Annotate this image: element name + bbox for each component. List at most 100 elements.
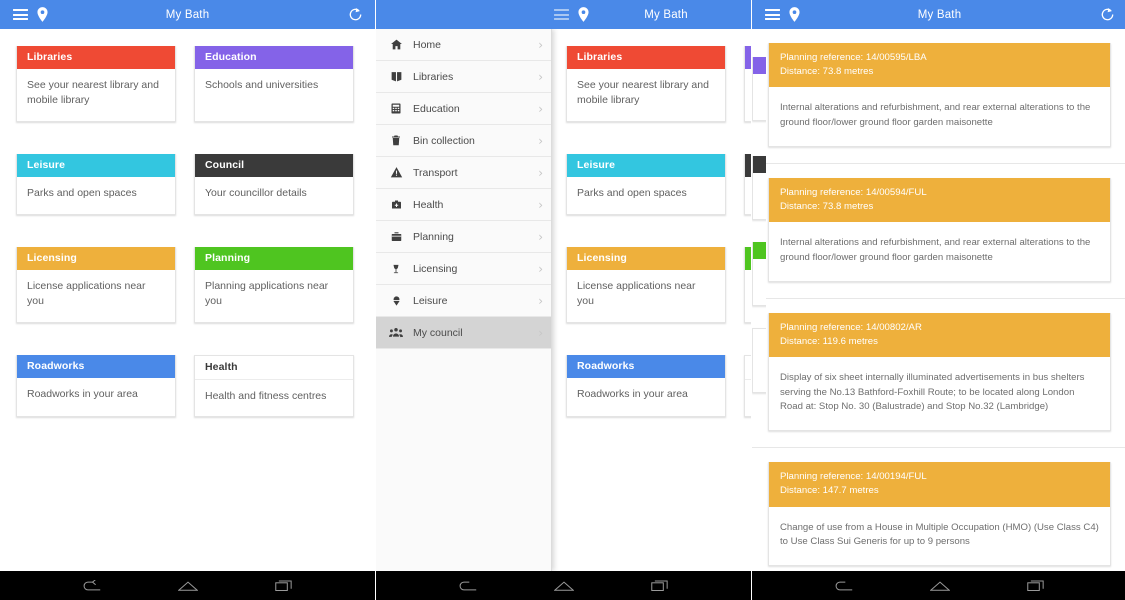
drawer-item-libraries[interactable]: Libraries › bbox=[376, 61, 551, 93]
hamburger-menu-icon[interactable] bbox=[9, 4, 31, 26]
hamburger-menu-icon[interactable] bbox=[550, 4, 572, 26]
planning-list-scroll[interactable]: Planning reference: 14/00595/LBA Distance… bbox=[752, 29, 1125, 571]
service-card[interactable]: Planning Planning applications near you bbox=[194, 246, 354, 323]
service-card-title: Libraries bbox=[17, 46, 175, 69]
service-card[interactable]: Council Your councillor details bbox=[194, 153, 354, 215]
phone-screen-planning-list: My Bath Planning reference: 14/00595/LBA… bbox=[751, 0, 1125, 600]
planning-reference: Planning reference: 14/00595/LBA bbox=[780, 52, 927, 63]
chevron-right-icon: › bbox=[538, 101, 543, 116]
service-card-description: Planning applications near you bbox=[205, 279, 329, 307]
chevron-right-icon: › bbox=[538, 229, 543, 244]
location-pin-icon[interactable] bbox=[783, 4, 805, 26]
service-card-description: Your councillor details bbox=[205, 186, 307, 199]
planning-list-item[interactable]: Planning reference: 14/00802/AR Distance:… bbox=[752, 299, 1125, 449]
drawer-item-label: Transport bbox=[413, 166, 458, 179]
service-card[interactable]: Leisure Parks and open spaces bbox=[16, 153, 176, 215]
recents-icon[interactable] bbox=[1023, 577, 1051, 595]
toolbar: My Bath bbox=[376, 0, 751, 29]
drawer-item-label: My council bbox=[413, 326, 463, 339]
planning-card-header: Planning reference: 14/00594/FUL Distance… bbox=[769, 178, 1110, 223]
back-icon[interactable] bbox=[829, 577, 857, 595]
hamburger-menu-icon[interactable] bbox=[761, 4, 783, 26]
drawer-item-licensing[interactable]: Licensing › bbox=[376, 253, 551, 285]
planning-description: Internal alterations and refurbishment, … bbox=[780, 237, 1091, 263]
back-icon[interactable] bbox=[453, 577, 481, 595]
planning-card[interactable]: Planning reference: 14/00802/AR Distance:… bbox=[768, 313, 1111, 432]
service-card[interactable]: HealthHealth and fitness centres bbox=[744, 354, 751, 418]
chevron-right-icon: › bbox=[538, 261, 543, 276]
service-card[interactable]: Leisure Parks and open spaces bbox=[566, 153, 726, 215]
phone-screen-card-grid: My Bath Libraries See your nearest librar… bbox=[0, 0, 375, 600]
navigation-drawer: Home › Libraries › Education › Bin collection ›… bbox=[376, 29, 552, 600]
planning-list-item[interactable]: Planning reference: 14/00595/LBA Distance… bbox=[752, 29, 1125, 164]
recents-icon[interactable] bbox=[647, 577, 675, 595]
home-icon[interactable] bbox=[174, 577, 202, 595]
wine-glass-icon bbox=[385, 262, 407, 276]
planning-card[interactable]: Planning reference: 14/00595/LBA Distance… bbox=[768, 43, 1111, 147]
medical-kit-icon bbox=[385, 199, 407, 211]
refresh-icon[interactable] bbox=[344, 4, 366, 26]
service-card[interactable]: Roadworks Roadworks in your area bbox=[566, 354, 726, 418]
service-card-description: Parks and open spaces bbox=[27, 186, 137, 199]
location-pin-icon[interactable] bbox=[572, 4, 594, 26]
planning-card[interactable]: Planning reference: 14/00594/FUL Distance… bbox=[768, 178, 1111, 282]
drawer-item-home[interactable]: Home › bbox=[376, 29, 551, 61]
drawer-item-transport[interactable]: Transport › bbox=[376, 157, 551, 189]
service-card[interactable]: Licensing License applications near you bbox=[566, 246, 726, 323]
service-card-description: License applications near you bbox=[27, 279, 146, 307]
drawer-empty-area bbox=[376, 349, 551, 600]
service-card-title: Roadworks bbox=[17, 354, 175, 378]
drawer-item-education[interactable]: Education › bbox=[376, 93, 551, 125]
service-card-title: Education bbox=[195, 46, 353, 69]
phone-screen-drawer-open: My Bath Libraries See your nearest librar… bbox=[375, 0, 751, 600]
planning-card[interactable]: Planning reference: 14/00194/FUL Distance… bbox=[768, 462, 1111, 567]
drawer-item-leisure[interactable]: Leisure › bbox=[376, 285, 551, 317]
planning-distance: Distance: 119.6 metres bbox=[780, 335, 878, 347]
service-card[interactable]: PlanningPlanning applications near you bbox=[744, 246, 751, 323]
planning-card-header: Planning reference: 14/00194/FUL Distance… bbox=[769, 462, 1110, 507]
location-pin-icon[interactable] bbox=[31, 4, 53, 26]
service-card-description: Schools and universities bbox=[205, 79, 319, 91]
recents-icon[interactable] bbox=[271, 577, 299, 595]
book-icon bbox=[385, 70, 407, 83]
card-grid-scroll[interactable]: Libraries See your nearest library and mo… bbox=[0, 29, 375, 571]
service-card-description: Roadworks in your area bbox=[577, 387, 688, 400]
service-card[interactable]: Education Schools and universities bbox=[194, 46, 354, 122]
home-icon[interactable] bbox=[550, 577, 578, 595]
page-title: My Bath bbox=[165, 8, 210, 21]
service-card-description: Roadworks in your area bbox=[27, 387, 138, 400]
service-card[interactable]: Libraries See your nearest library and mo… bbox=[566, 46, 726, 122]
back-icon[interactable] bbox=[77, 577, 105, 595]
chevron-right-icon: › bbox=[538, 69, 543, 84]
drawer-item-planning[interactable]: Planning › bbox=[376, 221, 551, 253]
drawer-item-label: Licensing bbox=[413, 262, 458, 275]
drawer-item-my-council[interactable]: My council › bbox=[376, 317, 551, 349]
service-card[interactable]: Libraries See your nearest library and mo… bbox=[16, 46, 176, 122]
planning-list-item[interactable]: Planning reference: 14/00594/FUL Distance… bbox=[752, 164, 1125, 299]
service-card-title: Libraries bbox=[567, 46, 725, 69]
service-card[interactable]: CouncilYour councillor details bbox=[744, 153, 751, 215]
service-card[interactable]: HealthHealth and fitness centres bbox=[194, 354, 354, 418]
drawer-item-bin-collection[interactable]: Bin collection › bbox=[376, 125, 551, 157]
drawer-item-label: Leisure bbox=[413, 294, 448, 307]
home-icon[interactable] bbox=[926, 577, 954, 595]
android-navigation-bar bbox=[376, 571, 751, 600]
page-title: My Bath bbox=[917, 8, 962, 21]
drawer-item-health[interactable]: Health › bbox=[376, 189, 551, 221]
service-card-title: Planning bbox=[195, 246, 353, 270]
service-card-description: Health and fitness centres bbox=[205, 389, 327, 402]
ice-cream-icon bbox=[385, 294, 407, 308]
planning-list-item[interactable]: Planning reference: 14/00194/FUL Distance… bbox=[752, 448, 1125, 571]
service-card[interactable]: Roadworks Roadworks in your area bbox=[16, 354, 176, 418]
service-card-title: Roadworks bbox=[567, 354, 725, 378]
service-card[interactable]: EducationSchools and universities bbox=[744, 46, 751, 122]
card-grid: Libraries See your nearest library and mo… bbox=[0, 29, 375, 449]
service-card[interactable]: Licensing License applications near you bbox=[16, 246, 176, 323]
chevron-right-icon: › bbox=[538, 37, 543, 52]
service-card-title: Council bbox=[195, 153, 353, 177]
service-card-description: See your nearest library and mobile libr… bbox=[577, 79, 709, 106]
android-navigation-bar bbox=[752, 571, 1125, 600]
refresh-icon[interactable] bbox=[1096, 4, 1118, 26]
planning-card-header: Planning reference: 14/00802/AR Distance:… bbox=[769, 313, 1110, 358]
drawer-item-label: Home bbox=[413, 38, 442, 51]
